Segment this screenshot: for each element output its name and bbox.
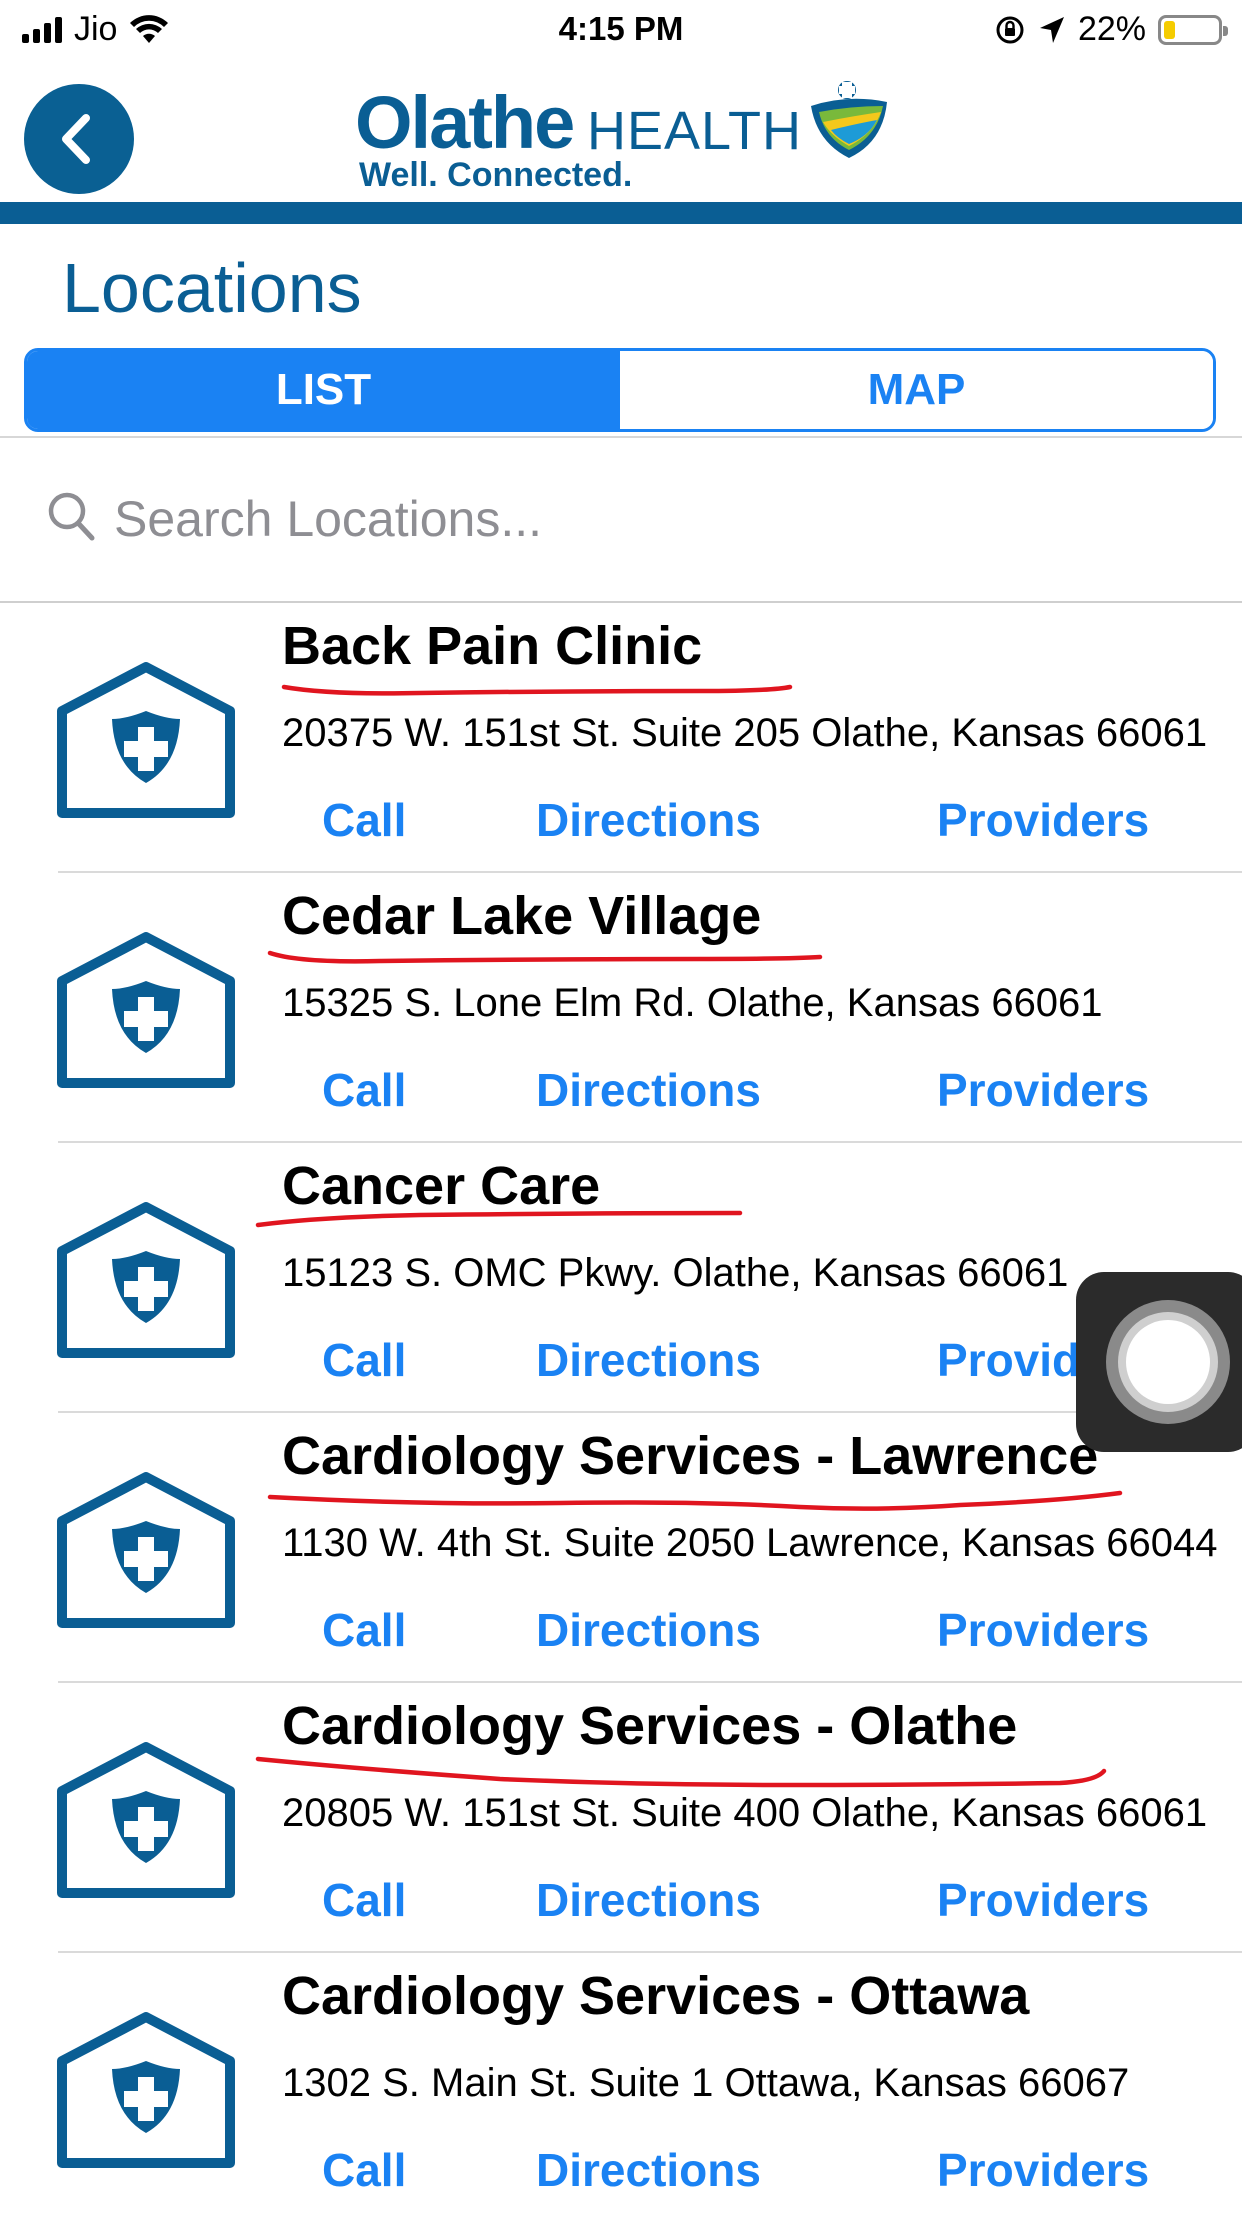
- providers-link[interactable]: Providers: [937, 1063, 1149, 1117]
- clinic-building-icon: [57, 1742, 235, 1898]
- back-button[interactable]: [24, 84, 134, 194]
- header-rule: [0, 202, 1242, 224]
- clinic-building-icon: [57, 932, 235, 1088]
- chevron-left-icon: [62, 114, 90, 164]
- assistive-touch-button[interactable]: [1076, 1272, 1242, 1452]
- list-item: Cardiology Services - Olathe 20805 W. 15…: [0, 1683, 1242, 1953]
- location-address: 20805 W. 151st St. Suite 400 Olathe, Kan…: [282, 1791, 1208, 1835]
- location-name: Cardiology Services - Ottawa: [282, 1966, 1030, 2026]
- location-address: 15123 S. OMC Pkwy. Olathe, Kansas 66061: [282, 1251, 1069, 1295]
- providers-link[interactable]: Providers: [937, 793, 1149, 847]
- call-link[interactable]: Call: [322, 793, 406, 847]
- location-name: Cancer Care: [282, 1156, 601, 1216]
- search-icon: [48, 492, 95, 541]
- clinic-building-icon: [57, 2012, 235, 2168]
- location-address: 1130 W. 4th St. Suite 2050 Lawrence, Kan…: [282, 1521, 1218, 1565]
- call-link[interactable]: Call: [322, 1063, 406, 1117]
- battery-icon: [1158, 14, 1228, 45]
- battery-percent: 22%: [1077, 10, 1146, 48]
- location-name: Cardiology Services - Lawrence: [282, 1426, 1099, 1486]
- brand-logo: Olathe HEALTH Well. Connected.: [355, 80, 895, 200]
- directions-link[interactable]: Directions: [536, 1603, 761, 1657]
- call-link[interactable]: Call: [322, 2143, 406, 2197]
- call-link[interactable]: Call: [322, 1873, 406, 1927]
- directions-link[interactable]: Directions: [536, 2143, 761, 2197]
- providers-link[interactable]: Providers: [937, 1603, 1149, 1657]
- page-title: Locations: [62, 249, 362, 327]
- list-item: Cancer Care 15123 S. OMC Pkwy. Olathe, K…: [0, 1143, 1242, 1413]
- providers-link[interactable]: Providers: [937, 2143, 1149, 2197]
- directions-link[interactable]: Directions: [536, 793, 761, 847]
- list-item: Cardiology Services - Ottawa 1302 S. Mai…: [0, 1953, 1242, 2223]
- search-bar: [0, 438, 1242, 602]
- locations-list: Back Pain Clinic 20375 W. 151st St. Suit…: [0, 603, 1242, 2223]
- call-link[interactable]: Call: [322, 1603, 406, 1657]
- list-item: Cardiology Services - Lawrence 1130 W. 4…: [0, 1413, 1242, 1683]
- location-address: 1302 S. Main St. Suite 1 Ottawa, Kansas …: [282, 2061, 1130, 2105]
- directions-link[interactable]: Directions: [536, 1333, 761, 1387]
- orientation-lock-icon: [996, 16, 1024, 43]
- tab-list[interactable]: LIST: [27, 351, 620, 429]
- location-name: Cardiology Services - Olathe: [282, 1696, 1018, 1756]
- clinic-building-icon: [57, 662, 235, 818]
- providers-link[interactable]: Providers: [937, 1873, 1149, 1927]
- directions-link[interactable]: Directions: [536, 1063, 761, 1117]
- location-arrow-icon: [1039, 16, 1064, 43]
- call-link[interactable]: Call: [322, 1333, 406, 1387]
- location-address: 20375 W. 151st St. Suite 205 Olathe, Kan…: [282, 711, 1208, 755]
- tab-map[interactable]: MAP: [620, 351, 1213, 429]
- status-bar: Jio 4:15 PM 22%: [0, 0, 1242, 60]
- location-address: 15325 S. Lone Elm Rd. Olathe, Kansas 660…: [282, 981, 1103, 1025]
- logo-word-olathe: Olathe: [355, 81, 575, 164]
- clinic-building-icon: [57, 1472, 235, 1628]
- app-header: Olathe HEALTH Well. Connected.: [0, 62, 1242, 202]
- list-item: Back Pain Clinic 20375 W. 151st St. Suit…: [0, 603, 1242, 873]
- location-name: Back Pain Clinic: [282, 616, 703, 676]
- logo-tagline: Well. Connected.: [359, 156, 633, 194]
- view-toggle: LIST MAP: [24, 348, 1216, 432]
- logo-word-health: HEALTH: [587, 101, 803, 161]
- shield-logo-icon: [811, 81, 887, 158]
- directions-link[interactable]: Directions: [536, 1873, 761, 1927]
- location-name: Cedar Lake Village: [282, 886, 762, 946]
- list-item: Cedar Lake Village 15325 S. Lone Elm Rd.…: [0, 873, 1242, 1143]
- search-input[interactable]: [112, 478, 1216, 560]
- clinic-building-icon: [57, 1202, 235, 1358]
